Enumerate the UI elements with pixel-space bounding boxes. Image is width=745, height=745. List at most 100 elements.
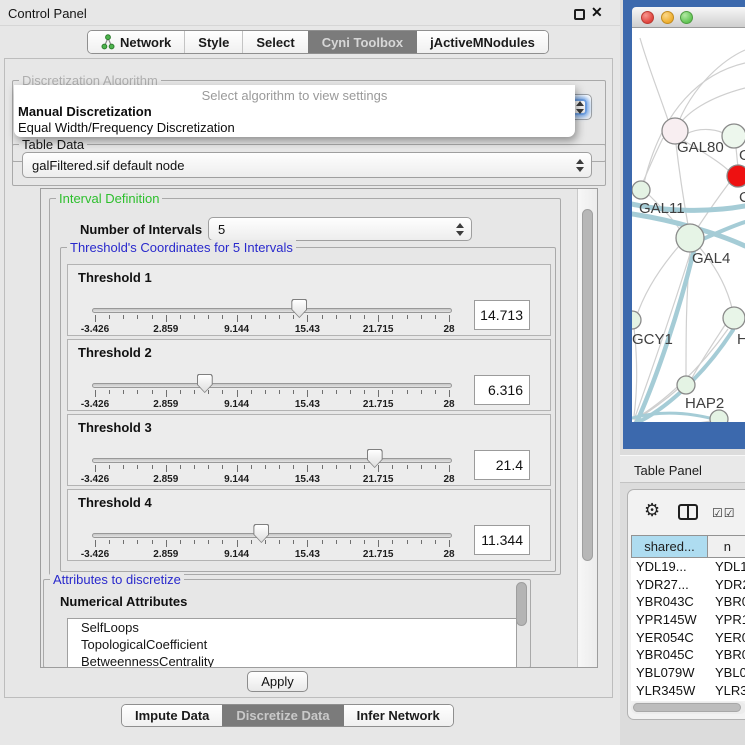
column-header-name[interactable]: n [708,535,745,558]
threshold-value-field[interactable]: 6.316 [474,375,530,405]
slider-tick [322,390,323,394]
interval-definition-group-label: Interval Definition [56,191,162,206]
apply-button[interactable]: Apply [247,671,308,692]
table-cell[interactable]: YBR0 [709,593,745,611]
slider-tick [336,390,337,394]
slider-tick [222,540,223,544]
close-traffic-light-icon[interactable] [641,11,654,24]
table-cell[interactable]: YLR345W [631,682,709,700]
select-columns-icon[interactable]: ☑☑ [712,506,736,520]
number-of-intervals-stepper[interactable] [452,222,467,236]
table-cell[interactable]: YDL19... [631,558,709,576]
numerical-attributes-list[interactable]: SelfLoopsTopologicalCoefficientBetweenne… [67,618,517,668]
table-cell[interactable]: YBL079W [631,664,709,682]
thresholds-group-label: Threshold's Coordinates for 5 Intervals [67,240,296,255]
slider-tick [137,315,138,319]
split-view-icon[interactable] [678,504,698,520]
table-data-combobox-value: galFiltered.sif default node [32,158,184,173]
tab-discretize-data[interactable]: Discretize Data [222,705,342,726]
table-data-combobox-stepper[interactable] [572,157,587,173]
table-row[interactable]: YIL052CYIL0 [631,700,745,702]
slider-tick [435,465,436,469]
control-panel-title: Control Panel [8,6,87,21]
table-cell[interactable]: YPR1 [709,611,745,629]
slider-tick [265,540,266,544]
table-row[interactable]: YLR345WYLR3 [631,682,745,700]
table-cell[interactable]: YLR3 [709,682,745,700]
tab-jactivemnodules[interactable]: jActiveMNodules [416,31,548,53]
table-cell[interactable]: YBR045C [631,646,709,664]
float-window-icon[interactable] [574,9,585,20]
tab-network[interactable]: Network [88,31,184,53]
minimize-traffic-light-icon[interactable] [661,11,674,24]
close-icon[interactable]: ✕ [591,4,603,21]
column-header-shared-name[interactable]: shared... [631,535,708,558]
table-cell[interactable]: YER0 [709,629,745,647]
table-cell[interactable]: YBL0 [709,664,745,682]
node-label-gal80: GAL80 [677,139,724,156]
slider-tick-label: 21.715 [363,549,394,560]
threshold-value-field[interactable]: 14.713 [474,300,530,330]
slider-tick [392,390,393,394]
node-red [727,165,745,187]
table-horizontal-scrollbar[interactable] [631,702,745,714]
slider-thumb[interactable] [197,374,213,393]
tab-style[interactable]: Style [184,31,242,53]
network-canvas[interactable]: GAL80 GA C GAL11 GAL4 GCY1 HA HAP2 [632,28,745,422]
algorithm-option-manual-discretization[interactable]: Manual Discretization [18,104,152,119]
table-panel-header[interactable]: Table Panel [620,455,745,483]
gear-icon[interactable]: ⚙ [644,500,660,521]
slider-tick-label: 2.859 [153,474,178,485]
slider-tick-label: -3.426 [81,399,109,410]
table-data-combobox[interactable]: galFiltered.sif default node [22,152,592,178]
slider-thumb[interactable] [367,449,383,468]
algorithm-option-equal-width-frequency[interactable]: Equal Width/Frequency Discretization [18,120,235,135]
zoom-traffic-light-icon[interactable] [680,11,693,24]
node-label-partial-ga: GA [739,147,745,164]
threshold-slider[interactable]: -3.4262.8599.14415.4321.71528 [92,374,452,412]
table-cell[interactable]: YIL052C [631,700,709,702]
table-row[interactable]: YBL079WYBL0 [631,664,745,682]
table-row[interactable]: YER054CYER0 [631,629,745,647]
table-hscroll-thumb[interactable] [633,703,741,712]
table-body[interactable]: YDL19...YDL1YDR27...YDR2YBR043CYBR0YPR14… [631,558,745,701]
table-row[interactable]: YDR27...YDR2 [631,576,745,594]
threshold-slider[interactable]: -3.4262.8599.14415.4321.71528 [92,449,452,487]
slider-tick [350,315,351,319]
attribute-list-item[interactable]: SelfLoops [68,619,516,636]
network-view-window[interactable]: GAL80 GA C GAL11 GAL4 GCY1 HA HAP2 [623,0,745,449]
number-of-intervals-label: Number of Intervals [80,222,202,237]
threshold-value-field[interactable]: 21.4 [474,450,530,480]
slider-tick [407,390,408,394]
node-label-gal4: GAL4 [692,250,730,267]
table-cell[interactable]: YDR27... [631,576,709,594]
attributes-list-scrollbar[interactable] [516,582,528,626]
number-of-intervals-combobox[interactable]: 5 [208,217,472,241]
table-row[interactable]: YBR043CYBR0 [631,593,745,611]
control-panel-titlebar: Control Panel ✕ [0,0,620,26]
threshold-slider[interactable]: -3.4262.8599.14415.4321.71528 [92,299,452,337]
slider-thumb[interactable] [253,524,269,543]
tab-impute-data[interactable]: Impute Data [122,705,222,726]
tab-select[interactable]: Select [242,31,307,53]
threshold-slider[interactable]: -3.4262.8599.14415.4321.71528 [92,524,452,562]
table-row[interactable]: YPR145WYPR1 [631,611,745,629]
table-cell[interactable]: YIL0 [709,700,745,702]
tab-cyni-toolbox[interactable]: Cyni Toolbox [308,31,416,53]
table-cell[interactable]: YER054C [631,629,709,647]
table-row[interactable]: YDL19...YDL1 [631,558,745,576]
table-cell[interactable]: YDL1 [709,558,745,576]
settings-scrollbar-thumb[interactable] [582,209,593,561]
table-cell[interactable]: YPR145W [631,611,709,629]
attribute-list-item[interactable]: BetweennessCentrality [68,653,516,668]
network-window-titlebar[interactable] [632,7,745,28]
tab-infer-network[interactable]: Infer Network [343,705,453,726]
table-row[interactable]: YBR045CYBR0 [631,646,745,664]
settings-scrollbar[interactable] [577,189,597,667]
threshold-value-field[interactable]: 11.344 [474,525,530,555]
slider-tick-label: -3.426 [81,549,109,560]
table-cell[interactable]: YDR2 [709,576,745,594]
attribute-list-item[interactable]: TopologicalCoefficient [68,636,516,653]
table-cell[interactable]: YBR0 [709,646,745,664]
table-cell[interactable]: YBR043C [631,593,709,611]
